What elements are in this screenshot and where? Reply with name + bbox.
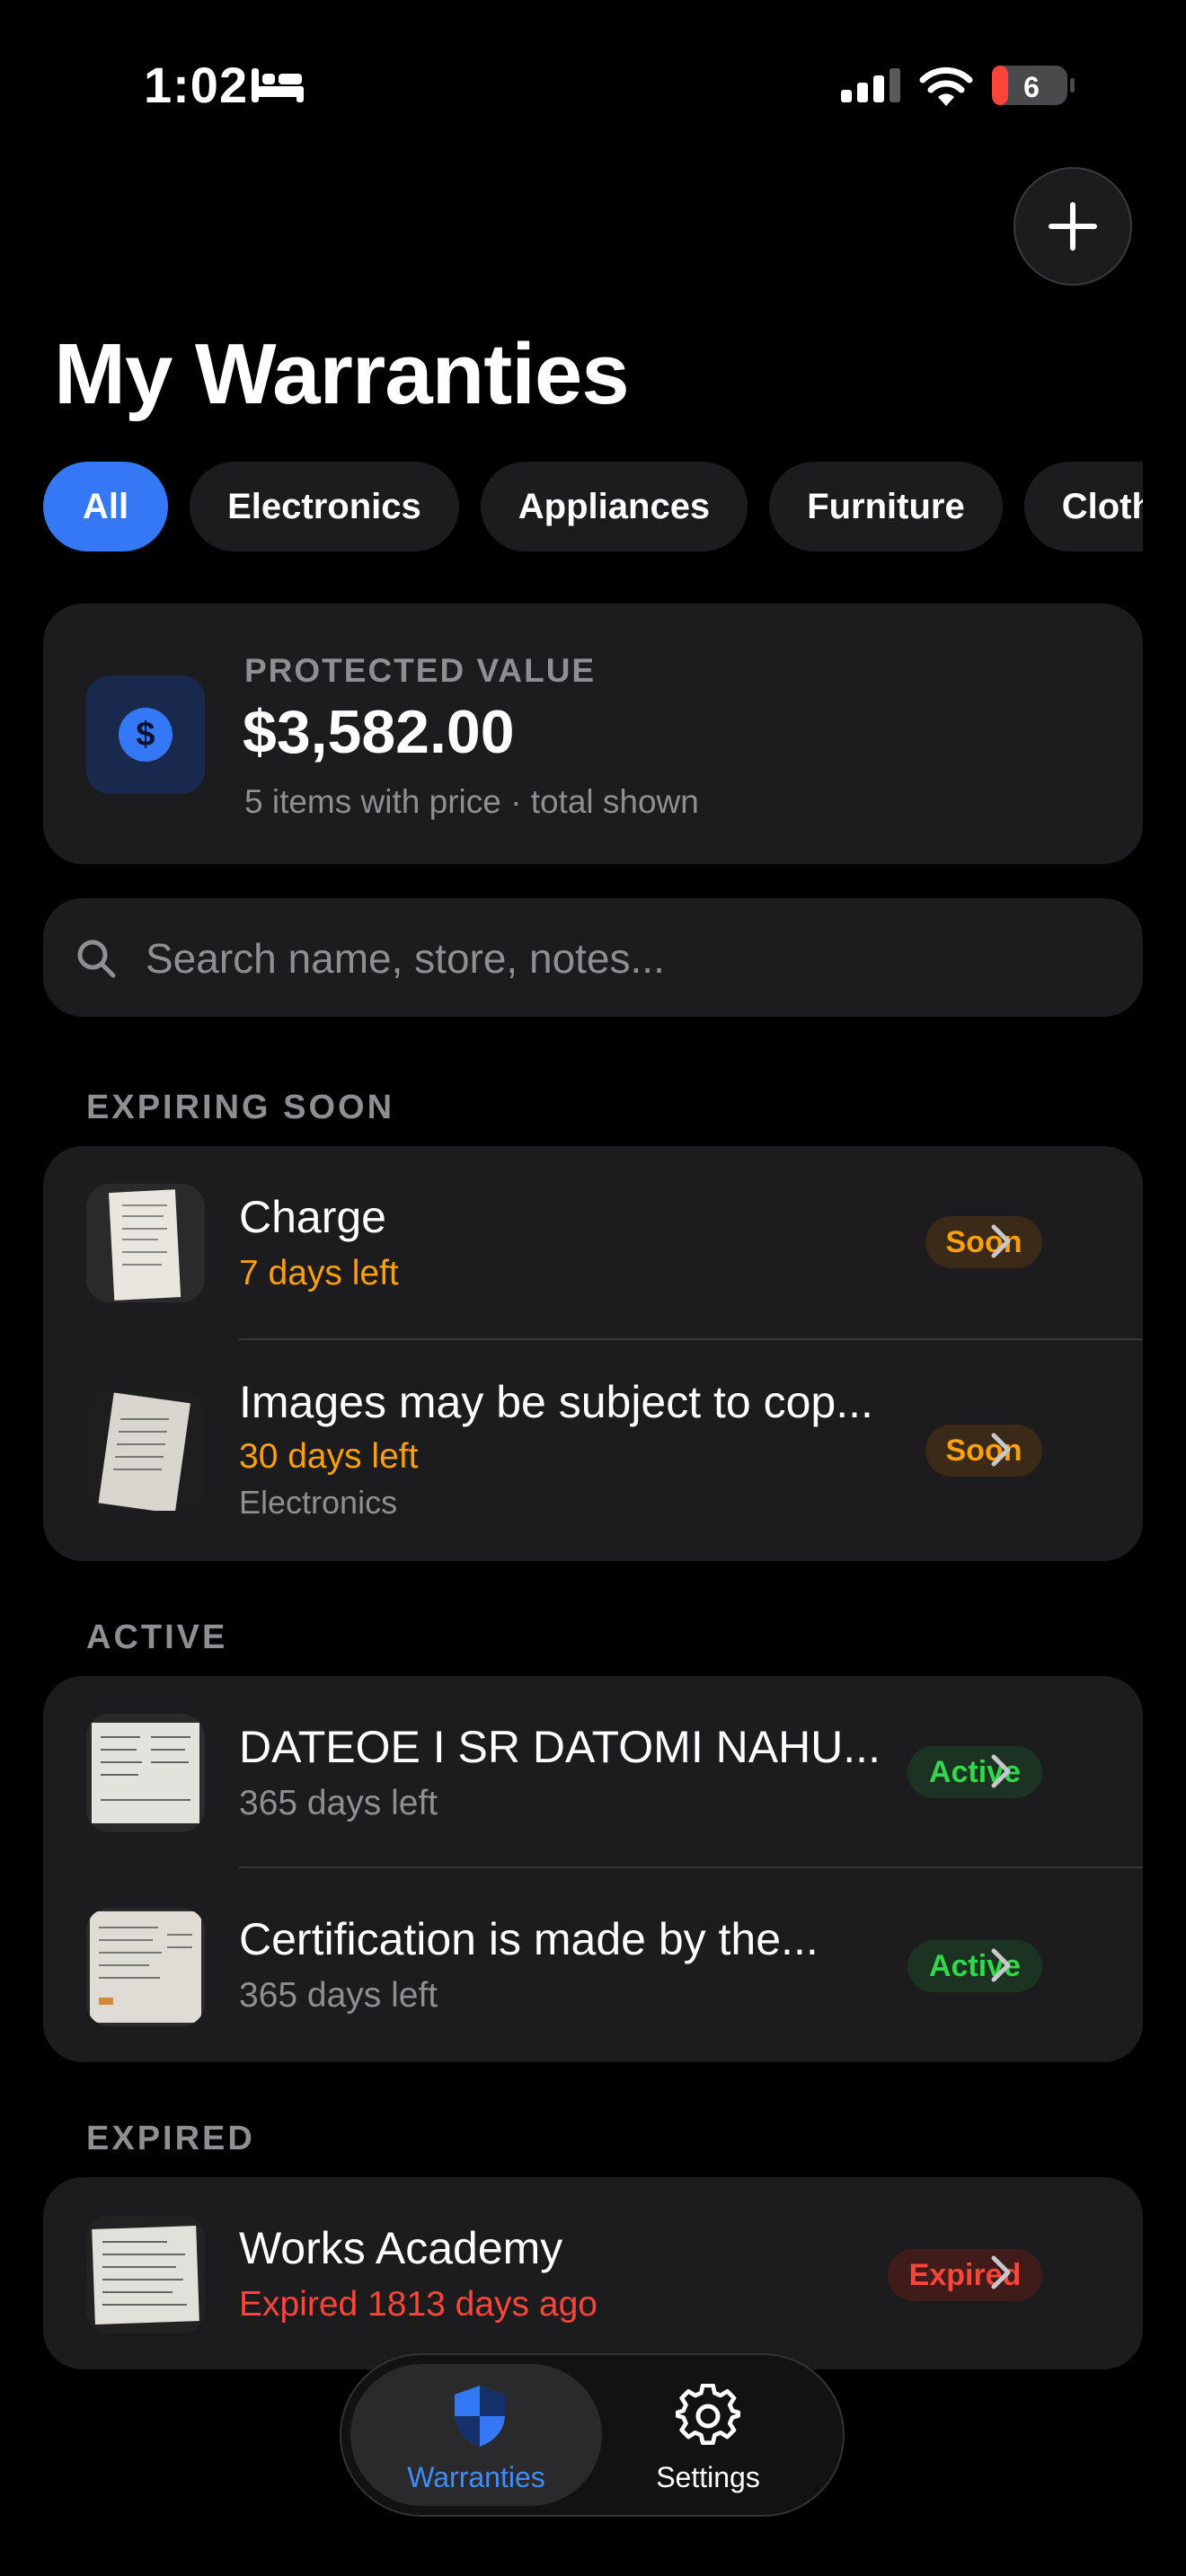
- warranty-status: 7 days left: [239, 1254, 399, 1292]
- shield-icon: [455, 2386, 505, 2447]
- warranty-row-images[interactable]: Images may be subject to cop... 30 days …: [43, 1340, 1143, 1561]
- expiring-list: Charge 7 days left Soon Images may be su…: [43, 1146, 1143, 1561]
- warranty-row-certification[interactable]: Certification is made by the... 365 days…: [43, 1868, 1143, 2062]
- expired-list: Works Academy Expired 1813 days ago Expi…: [43, 2177, 1143, 2369]
- warranty-row-works-academy[interactable]: Works Academy Expired 1813 days ago Expi…: [43, 2177, 1143, 2369]
- tab-bar: Warranties Settings: [340, 2353, 845, 2517]
- filter-chip-furniture[interactable]: Furniture: [769, 462, 1003, 551]
- status-badge: Soon: [925, 1425, 1042, 1477]
- warranty-row-charge[interactable]: Charge 7 days left Soon: [43, 1146, 1143, 1340]
- filter-chip-clothing[interactable]: Clothing: [1023, 462, 1143, 551]
- signal-icon: [841, 68, 900, 102]
- gear-icon: [676, 2384, 740, 2446]
- tab-settings[interactable]: Settings: [582, 2364, 834, 2506]
- warranty-name: DATEOE I SR DATOMI NAHU...: [239, 1722, 881, 1772]
- protected-value-card: $ PROTECTED VALUE $3,582.00 5 items with…: [43, 604, 1143, 864]
- chevron-right-icon: [991, 1754, 1011, 1788]
- filter-chip-electronics[interactable]: Electronics: [190, 462, 459, 551]
- receipt-thumbnail: [86, 1184, 205, 1302]
- warranty-status: 365 days left: [239, 1784, 438, 1822]
- receipt-thumbnail: [86, 1392, 205, 1511]
- status-badge: Active: [907, 1940, 1042, 1992]
- add-warranty-button[interactable]: [1013, 167, 1132, 286]
- chevron-right-icon: [991, 1433, 1011, 1467]
- warranty-category: Electronics: [239, 1484, 398, 1521]
- plus-icon: [1049, 202, 1097, 251]
- receipt-thumbnail: [86, 1714, 205, 1832]
- tab-label: Settings: [656, 2461, 760, 2493]
- receipt-thumbnail: [86, 2215, 205, 2333]
- warranty-status: 30 days left: [239, 1437, 419, 1476]
- category-filter-bar: All Electronics Appliances Furniture Clo…: [43, 462, 1143, 555]
- status-time: 1:02: [144, 57, 249, 113]
- battery-icon: 6: [992, 66, 1075, 105]
- status-badge: Soon: [925, 1216, 1042, 1268]
- receipt-thumbnail: [86, 1908, 205, 2026]
- bed-icon: [252, 68, 304, 102]
- tab-warranties[interactable]: Warranties: [350, 2364, 602, 2506]
- page-title: My Warranties: [54, 326, 630, 422]
- search-icon: [77, 940, 116, 978]
- search-input[interactable]: [144, 898, 1118, 1019]
- warranty-name: Images may be subject to cop...: [239, 1377, 873, 1427]
- section-header-expired: EXPIRED: [86, 2120, 255, 2157]
- protected-value-amount: $3,582.00: [243, 698, 515, 766]
- warranty-name: Charge: [239, 1192, 386, 1242]
- tab-label: Warranties: [407, 2461, 545, 2493]
- protected-value-label: PROTECTED VALUE: [244, 652, 597, 689]
- search-bar[interactable]: [43, 898, 1143, 1019]
- section-header-active: ACTIVE: [86, 1619, 228, 1656]
- filter-chip-all[interactable]: All: [43, 462, 169, 551]
- chevron-right-icon: [991, 1948, 1011, 1982]
- status-badge: Expired: [888, 2249, 1042, 2301]
- status-badge: Active: [907, 1746, 1042, 1798]
- warranty-name: Works Academy: [239, 2223, 563, 2273]
- warranty-status: 365 days left: [239, 1976, 438, 2015]
- warranty-status: Expired 1813 days ago: [239, 2285, 597, 2324]
- protected-value-note: 5 items with price · total shown: [244, 783, 699, 820]
- dollar-icon: $: [86, 675, 205, 794]
- filter-chip-appliances[interactable]: Appliances: [480, 462, 748, 551]
- warranty-name: Certification is made by the...: [239, 1914, 819, 1964]
- active-list: DATEOE I SR DATOMI NAHU... 365 days left…: [43, 1676, 1143, 2062]
- battery-level: 6: [1023, 71, 1040, 103]
- chevron-right-icon: [991, 1224, 1011, 1258]
- section-header-expiring: EXPIRING SOON: [86, 1089, 395, 1126]
- warranty-row-dateoe[interactable]: DATEOE I SR DATOMI NAHU... 365 days left…: [43, 1676, 1143, 1868]
- chevron-right-icon: [991, 2255, 1011, 2289]
- wifi-icon: [919, 66, 973, 106]
